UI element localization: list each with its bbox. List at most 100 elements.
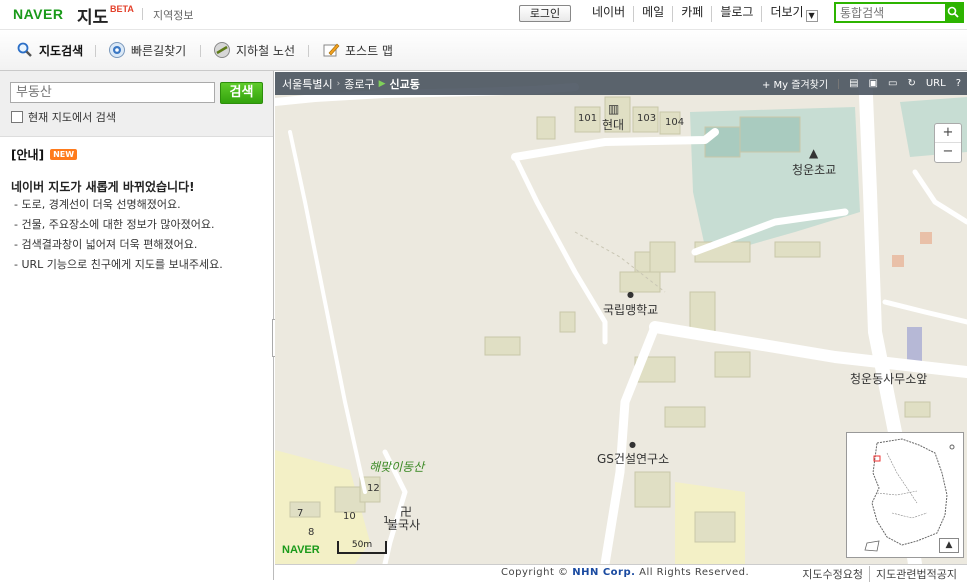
refresh-icon[interactable]: ↻ [907,78,915,89]
chevron-right-icon: › [336,79,341,89]
copyright: Copyright © NHN Corp. All Rights Reserve… [501,567,749,578]
search-current-map-checkbox[interactable]: 현재 지도에서 검색 [11,109,116,125]
map-naver-logo: NAVER [282,544,320,556]
search-icon [947,6,959,18]
building-number: 1 [383,515,390,526]
building-number: 101 [578,113,598,124]
zoom-in-button[interactable]: + [935,124,961,143]
copyright-suffix: All Rights Reserved. [639,567,750,578]
tab-map-search[interactable]: 지도검색 [16,41,83,59]
breadcrumb-district[interactable]: 종로구 [344,76,374,92]
poi-dot-icon: ● [629,440,636,449]
building-icon: ▥ [608,102,620,116]
local-info-link[interactable]: 지역정보 [153,7,193,23]
poi-dot-icon: ● [627,290,634,299]
company-name[interactable]: NHN Corp. [572,567,635,578]
building [536,116,556,140]
magnifier-icon [17,42,32,57]
place-label-gs-lab[interactable]: GS건설연구소 [597,450,669,467]
place-label-cheongun-school[interactable]: 청운초교 [792,161,836,178]
building [904,401,931,418]
tab-subway[interactable]: 지하철 노선 [213,41,295,59]
nav-blog[interactable]: 블로그 [711,6,761,22]
building-number: 10 [343,511,356,522]
zoom-out-button[interactable]: − [935,143,961,162]
chevron-up-icon: ▲ [945,540,953,550]
building-highlight [892,255,904,267]
place-label-haemaji-hill[interactable]: 해맞이동산 [369,458,424,475]
nav-naver[interactable]: 네이버 [592,6,633,22]
list-item: - URL 기능으로 친구에게 지도를 보내주세요. [14,258,223,271]
url-button[interactable]: URL [926,78,946,89]
route-icon [109,42,125,58]
building [634,471,671,508]
map-tools: + My 즐겨찾기 ▤ ▣ ▭ ↻ URL ? [752,76,961,91]
list-item: - 도로, 경계선이 더욱 선명해졌어요. [14,198,181,211]
building [619,271,661,293]
print-icon[interactable]: ▤ [849,78,858,89]
building-number: 103 [637,113,657,124]
nav-cafe[interactable]: 카페 [672,6,711,22]
building [484,336,521,356]
top-bar: NAVER 지도 BETA 지역정보 로그인 네이버 메일 카페 블로그 더보기… [0,0,967,29]
place-label-hyundai[interactable]: 현대 [602,116,624,133]
checkbox[interactable] [11,111,23,123]
minimap-toggle-button[interactable]: ▲ [939,538,959,553]
school-icon: ▲ [809,146,819,160]
tab-label: 빠른길찾기 [131,43,187,58]
global-nav: 네이버 메일 카페 블로그 더보기 ▼ [592,6,826,22]
notice-title-text: [안내] [11,148,45,162]
building [689,291,716,333]
building [694,511,736,543]
breadcrumb-dong[interactable]: 신교동 [390,76,420,92]
zoom-control: + − [934,123,962,163]
search-button[interactable] [945,4,962,21]
map-footer: Copyright © NHN Corp. All Rights Reserve… [275,564,967,582]
building [774,241,821,258]
nav-more[interactable]: 더보기 ▼ [761,6,825,22]
naver-logo[interactable]: NAVER [13,6,63,22]
ruler-icon[interactable]: ▭ [888,78,897,89]
notice-heading: 네이버 지도가 새롭게 바뀌었습니다! [11,180,195,194]
place-label-dong-office[interactable]: 청운동사무소앞 [850,370,927,387]
place-label-bulguksa[interactable]: 불국사 [387,516,420,533]
tab-bar: 지도검색 빠른길찾기 지하철 노선 포스트 맵 [0,29,967,71]
scale-bar: 50m [337,541,387,554]
tab-quick-route[interactable]: 빠른길찾기 [108,41,186,59]
tab-post-map[interactable]: 포스트 맵 [322,41,393,59]
building [664,406,706,428]
nav-mail[interactable]: 메일 [633,6,672,22]
subway-icon [214,42,230,58]
building-highlight [907,327,922,362]
road [882,299,967,325]
building [739,116,801,153]
local-search-input[interactable]: 부동산 [10,82,215,103]
notice-title: [안내] NEW [11,146,78,163]
service-title[interactable]: 지도 [77,3,108,28]
login-button[interactable]: 로그인 [519,5,571,22]
checkbox-label: 현재 지도에서 검색 [28,111,116,124]
post-map-icon [323,43,340,57]
breadcrumb-city[interactable]: 서울특별시 [282,76,333,92]
building [649,241,676,273]
chevron-down-icon[interactable]: ▼ [805,10,818,22]
building [559,311,576,333]
nav-more-label: 더보기 [770,5,804,19]
local-search-button[interactable]: 검색 [220,82,263,104]
building-highlight [920,232,932,244]
global-search-input[interactable] [836,4,946,21]
divider [200,45,201,57]
favorite-button[interactable]: + My 즐겨찾기 [762,76,828,91]
road [912,169,967,225]
place-label-blind-school[interactable]: 국립맹학교 [603,301,658,318]
list-item: - 건물, 주요장소에 대한 정보가 많아졌어요. [14,218,215,231]
local-search-area: 부동산 검색 현재 지도에서 검색 [0,71,273,137]
tab-label: 지도검색 [39,43,84,58]
save-icon[interactable]: ▣ [869,78,878,89]
path [288,130,367,494]
copyright-prefix: Copyright © [501,567,569,578]
building [289,501,321,518]
building-number: 12 [367,483,380,494]
help-button[interactable]: ? [956,78,961,89]
divider [838,78,840,89]
